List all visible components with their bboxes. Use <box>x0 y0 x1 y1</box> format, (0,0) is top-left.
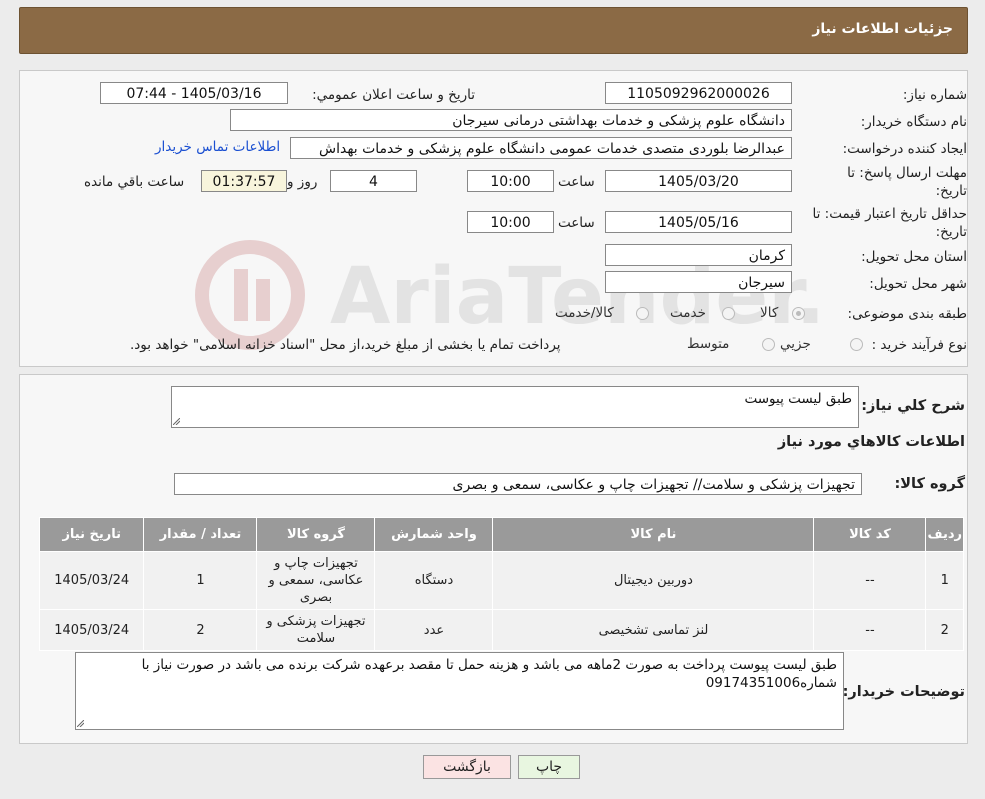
buyer-org-field: دانشگاه علوم پزشکی و خدمات بهداشتی درمان… <box>230 109 792 131</box>
goods-group-field: تجهیزات پزشکی و سلامت// تجهیزات چاپ و عک… <box>174 473 862 495</box>
province-field: کرمان <box>605 244 792 266</box>
table-row: 1 -- دوربین دیجیتال دستگاه تجهیزات چاپ و… <box>38 551 964 610</box>
cell-unit: دستگاه <box>374 551 494 610</box>
remaining-time-field: 01:37:57 <box>201 170 287 192</box>
requester-label: ايجاد کننده درخواست: <box>842 141 967 157</box>
validity-time-label: ساعت <box>558 215 595 231</box>
col-quantity: تعداد / مقدار <box>143 517 258 552</box>
description-field[interactable]: طبق لیست پیوست <box>171 386 859 428</box>
buyer-org-label: نام دستگاه خريدار: <box>860 114 967 130</box>
table-header-row: رديف کد کالا نام کالا واحد شمارش گروه کا… <box>38 517 964 552</box>
validity-time-field: 10:00 <box>467 211 554 233</box>
process-radio-minor[interactable] <box>850 338 863 351</box>
goods-info-title: اطلاعات کالاهاي مورد نياز <box>777 434 965 450</box>
category-radio-service[interactable] <box>722 307 735 320</box>
validity-date-field: 1405/05/16 <box>605 211 792 233</box>
cell-code: -- <box>813 609 927 651</box>
cell-name: دوربین دیجیتال <box>492 551 815 610</box>
resize-handle-icon <box>173 418 180 425</box>
category-radio-goods[interactable] <box>792 307 805 320</box>
cell-need-date: 1405/03/24 <box>38 609 145 651</box>
page-header: جزئیات اطلاعات نیاز <box>19 7 968 54</box>
deadline-time-label: ساعت <box>558 174 595 190</box>
cell-code: -- <box>813 551 927 610</box>
buyer-contact-link[interactable]: اطلاعات تماس خريدار <box>155 139 280 155</box>
resize-handle-icon <box>77 720 84 727</box>
category-radio-goods-service[interactable] <box>636 307 649 320</box>
process-label: نوع فرآيند خريد : <box>871 337 967 353</box>
cell-row: 2 <box>925 609 964 651</box>
cell-name: لنز تماسی تشخیصی <box>492 609 815 651</box>
announce-date-label: تاریخ و ساعت اعلان عمومي: <box>312 87 475 103</box>
city-label: شهر محل تحويل: <box>869 276 967 292</box>
cell-group: تجهیزات چاپ و عکاسی، سمعی و بصری <box>256 551 376 610</box>
process-option-medium: متوسط <box>687 336 730 352</box>
items-table: رديف کد کالا نام کالا واحد شمارش گروه کا… <box>38 517 964 651</box>
col-group: گروه کالا <box>256 517 376 552</box>
category-option-service: خدمت <box>670 305 706 321</box>
need-number-label: شماره نیاز: <box>902 87 967 103</box>
category-option-goods-service: کالا/خدمت <box>555 305 614 321</box>
cell-quantity: 1 <box>143 551 258 610</box>
description-label: شرح کلي نياز: <box>861 398 965 414</box>
process-note: پرداخت تمام يا بخشی از مبلغ خريد،از محل … <box>130 337 561 353</box>
col-row: رديف <box>925 517 964 552</box>
need-number-field: 1105092962000026 <box>605 82 792 104</box>
print-button[interactable]: چاپ <box>518 755 580 779</box>
cell-group: تجهیزات پزشکی و سلامت <box>256 609 376 651</box>
cell-row: 1 <box>925 551 964 610</box>
validity-label-2: تاريخ: <box>935 224 967 240</box>
deadline-label: مهلت ارسال پاسخ: تا <box>847 165 967 181</box>
announce-date-field: 1405/03/16 - 07:44 <box>100 82 288 104</box>
city-field: سیرجان <box>605 271 792 293</box>
page-title: جزئیات اطلاعات نیاز <box>812 21 953 37</box>
cell-unit: عدد <box>374 609 494 651</box>
process-option-minor: جزيي <box>780 336 811 352</box>
category-label: طبقه بندی موضوعی: <box>847 306 967 322</box>
back-button[interactable]: بازگشت <box>423 755 511 779</box>
days-field: 4 <box>330 170 417 192</box>
cell-quantity: 2 <box>143 609 258 651</box>
col-unit: واحد شمارش <box>374 517 494 552</box>
deadline-date-field: 1405/03/20 <box>605 170 792 192</box>
buyer-notes-field[interactable]: طبق لیست پیوست پرداخت به صورت 2ماهه می ب… <box>75 652 844 730</box>
days-label: روز و <box>287 174 318 190</box>
col-need-date: تاريخ نياز <box>38 517 145 552</box>
category-option-goods: کالا <box>760 305 779 321</box>
col-code: کد کالا <box>813 517 927 552</box>
remaining-label: ساعت باقي مانده <box>84 174 185 190</box>
requester-field: عبدالرضا بلوردی متصدی خدمات عمومی دانشگا… <box>290 137 792 159</box>
buyer-notes-label: توضيحات خريدار: <box>842 684 965 700</box>
table-row: 2 -- لنز تماسی تشخیصی عدد تجهیزات پزشکی … <box>38 609 964 651</box>
cell-need-date: 1405/03/24 <box>38 551 145 610</box>
col-name: نام کالا <box>492 517 815 552</box>
process-radio-medium[interactable] <box>762 338 775 351</box>
validity-label: حداقل تاريخ اعتبار قيمت: تا <box>812 206 967 222</box>
goods-group-label: گروه کالا: <box>894 476 965 492</box>
province-label: استان محل تحويل: <box>861 249 967 265</box>
deadline-label-2: تاريخ: <box>935 183 967 199</box>
deadline-time-field: 10:00 <box>467 170 554 192</box>
